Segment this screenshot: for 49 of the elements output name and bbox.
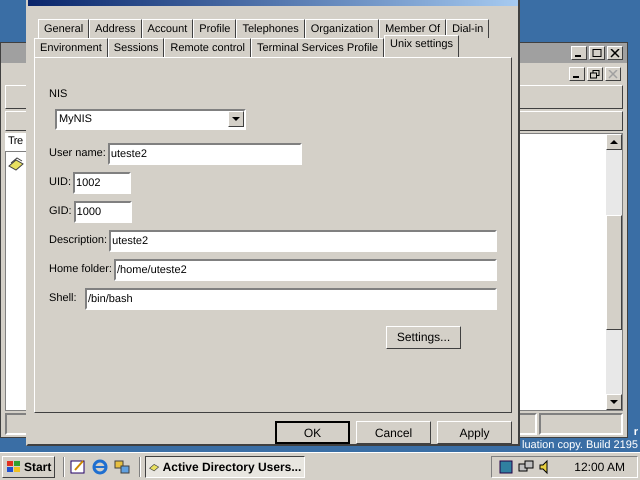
tab[interactable]: Profile — [193, 19, 236, 38]
text-field[interactable]: /bin/bash — [85, 288, 497, 310]
dialog-button[interactable]: Cancel — [356, 421, 431, 444]
tab[interactable]: Terminal Services Profile — [251, 38, 384, 57]
nis-label: NIS — [49, 87, 68, 102]
field-label: GID: — [49, 204, 72, 220]
tab[interactable]: Address — [89, 19, 142, 38]
tab[interactable]: Telephones — [236, 19, 305, 38]
dialog-button[interactable]: OK — [275, 421, 350, 444]
close-icon[interactable] — [607, 46, 623, 60]
clock: 12:00 AM — [574, 458, 626, 476]
field-label: Home folder: — [49, 262, 112, 278]
settings-button[interactable]: Settings... — [386, 326, 461, 348]
scroll-up-icon[interactable] — [606, 134, 622, 150]
text-field[interactable]: uteste2 — [109, 230, 497, 252]
nis-dropdown[interactable]: MyNIS — [55, 108, 246, 130]
taskbar-button[interactable]: Active Directory Users... — [145, 456, 306, 478]
dialog-button[interactable]: Apply — [437, 421, 512, 444]
windows-logo-icon — [6, 460, 22, 474]
text-field[interactable]: uteste2 — [108, 142, 302, 164]
text-field[interactable]: 1002 — [73, 172, 131, 194]
minimize-icon[interactable] — [569, 67, 585, 81]
start-button[interactable]: Start — [2, 456, 56, 478]
field-label: UID: — [49, 175, 71, 190]
tab[interactable]: Account — [142, 19, 194, 38]
scroll-thumb[interactable] — [606, 214, 622, 330]
maximize-icon[interactable] — [589, 46, 605, 60]
tab[interactable]: Remote control — [164, 38, 251, 57]
field-label: Shell: — [49, 291, 78, 306]
tab[interactable]: Sessions — [108, 38, 164, 57]
tab[interactable]: Dial-in — [446, 19, 490, 38]
tree-tab[interactable]: Tre — [5, 133, 27, 151]
windows-icon[interactable] — [113, 458, 132, 476]
restore-icon[interactable] — [587, 67, 603, 81]
desktop-text: r — [634, 426, 638, 439]
field-label: Description: — [49, 233, 108, 248]
computers-icon[interactable] — [518, 458, 534, 474]
field-label: User name: — [49, 146, 106, 162]
text-field[interactable]: /home/uteste2 — [114, 258, 497, 280]
scroll-down-icon[interactable] — [606, 394, 622, 410]
close-icon[interactable] — [605, 67, 621, 81]
tab[interactable]: Environment — [34, 38, 108, 57]
directory-icon — [8, 156, 24, 172]
text-field[interactable]: 1000 — [74, 200, 132, 222]
desktop-text: luation copy. Build 2195 — [522, 439, 638, 452]
tab[interactable]: Organization — [304, 19, 380, 38]
tab[interactable]: General — [38, 19, 90, 38]
tab[interactable]: Unix settings — [384, 35, 460, 57]
minimize-icon[interactable] — [571, 46, 587, 60]
